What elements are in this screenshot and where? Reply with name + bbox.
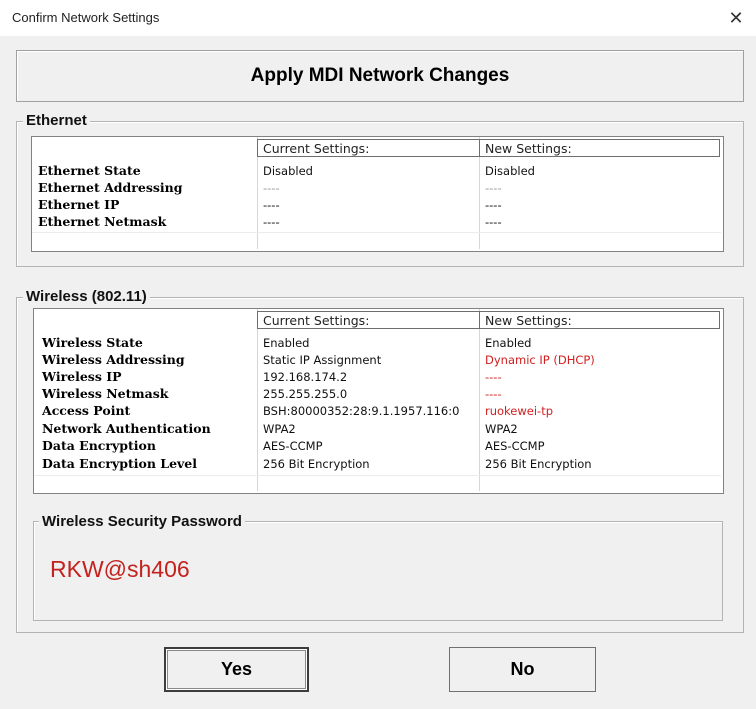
row-label: Ethernet Addressing <box>38 180 183 195</box>
row-label: Network Authentication <box>42 421 211 436</box>
wireless-password-value: RKW@sh406 <box>50 556 190 582</box>
row-new-value: ---- <box>485 198 502 212</box>
row-label: Ethernet State <box>38 163 141 178</box>
row-new-value: AES-CCMP <box>485 439 545 453</box>
row-new-value: WPA2 <box>485 422 518 436</box>
row-new-value: ---- <box>485 215 502 229</box>
row-current-value: Static IP Assignment <box>263 353 382 367</box>
row-current-value: WPA2 <box>263 422 296 436</box>
row-new-value-changed: ruokewei-tp <box>485 404 554 418</box>
row-label: Wireless IP <box>42 369 122 384</box>
row-current-value: Disabled <box>263 164 313 178</box>
row-current-value: ---- <box>263 215 280 229</box>
row-current-value: Enabled <box>263 336 310 350</box>
row-separator <box>32 232 721 233</box>
column-divider <box>479 309 480 491</box>
row-current-value: ---- <box>263 198 280 212</box>
row-current-value: 256 Bit Encryption <box>263 457 370 471</box>
column-divider <box>257 309 258 491</box>
wireless-settings-list[interactable]: Current Settings: New Settings: Wireless… <box>33 308 724 494</box>
ethernet-group-label: Ethernet <box>23 112 90 129</box>
row-new-value: Disabled <box>485 164 535 178</box>
row-label: Ethernet IP <box>38 197 120 212</box>
row-label: Wireless State <box>42 335 143 350</box>
password-group-label: Wireless Security Password <box>39 513 245 530</box>
row-label: Data Encryption <box>42 438 156 453</box>
row-new-value: Enabled <box>485 336 532 350</box>
row-new-value-changed: ---- <box>485 387 502 401</box>
row-new-value: ---- <box>485 181 502 195</box>
page-title: Apply MDI Network Changes <box>250 65 510 86</box>
row-current-value: 192.168.174.2 <box>263 370 348 384</box>
row-current-value: ---- <box>263 181 280 195</box>
row-new-value: 256 Bit Encryption <box>485 457 592 471</box>
row-new-value-changed: ---- <box>485 370 502 384</box>
column-header-current[interactable]: Current Settings: <box>257 311 480 329</box>
ethernet-settings-list[interactable]: Current Settings: New Settings: Ethernet… <box>31 136 724 252</box>
row-label: Access Point <box>42 403 131 418</box>
row-current-value: AES-CCMP <box>263 439 323 453</box>
row-label: Wireless Netmask <box>42 386 169 401</box>
column-header-current[interactable]: Current Settings: <box>257 139 480 157</box>
header-panel: Apply MDI Network Changes <box>16 50 744 102</box>
row-label: Data Encryption Level <box>42 456 197 471</box>
row-label: Ethernet Netmask <box>38 214 167 229</box>
title-bar: Confirm Network Settings ✕ <box>0 0 756 36</box>
row-current-value: BSH:80000352:28:9.1.1957.116:0 <box>263 404 460 418</box>
wireless-group-label: Wireless (802.11) <box>23 288 150 305</box>
column-header-new[interactable]: New Settings: <box>479 311 720 329</box>
row-label: Wireless Addressing <box>42 352 185 367</box>
row-current-value: 255.255.255.0 <box>263 387 348 401</box>
column-header-new[interactable]: New Settings: <box>479 139 720 157</box>
window-title: Confirm Network Settings <box>12 10 160 25</box>
row-new-value-changed: Dynamic IP (DHCP) <box>485 353 595 367</box>
no-button[interactable]: No <box>449 647 596 692</box>
yes-button[interactable]: Yes <box>164 647 309 692</box>
row-separator <box>34 475 721 476</box>
close-icon[interactable]: ✕ <box>724 6 748 30</box>
